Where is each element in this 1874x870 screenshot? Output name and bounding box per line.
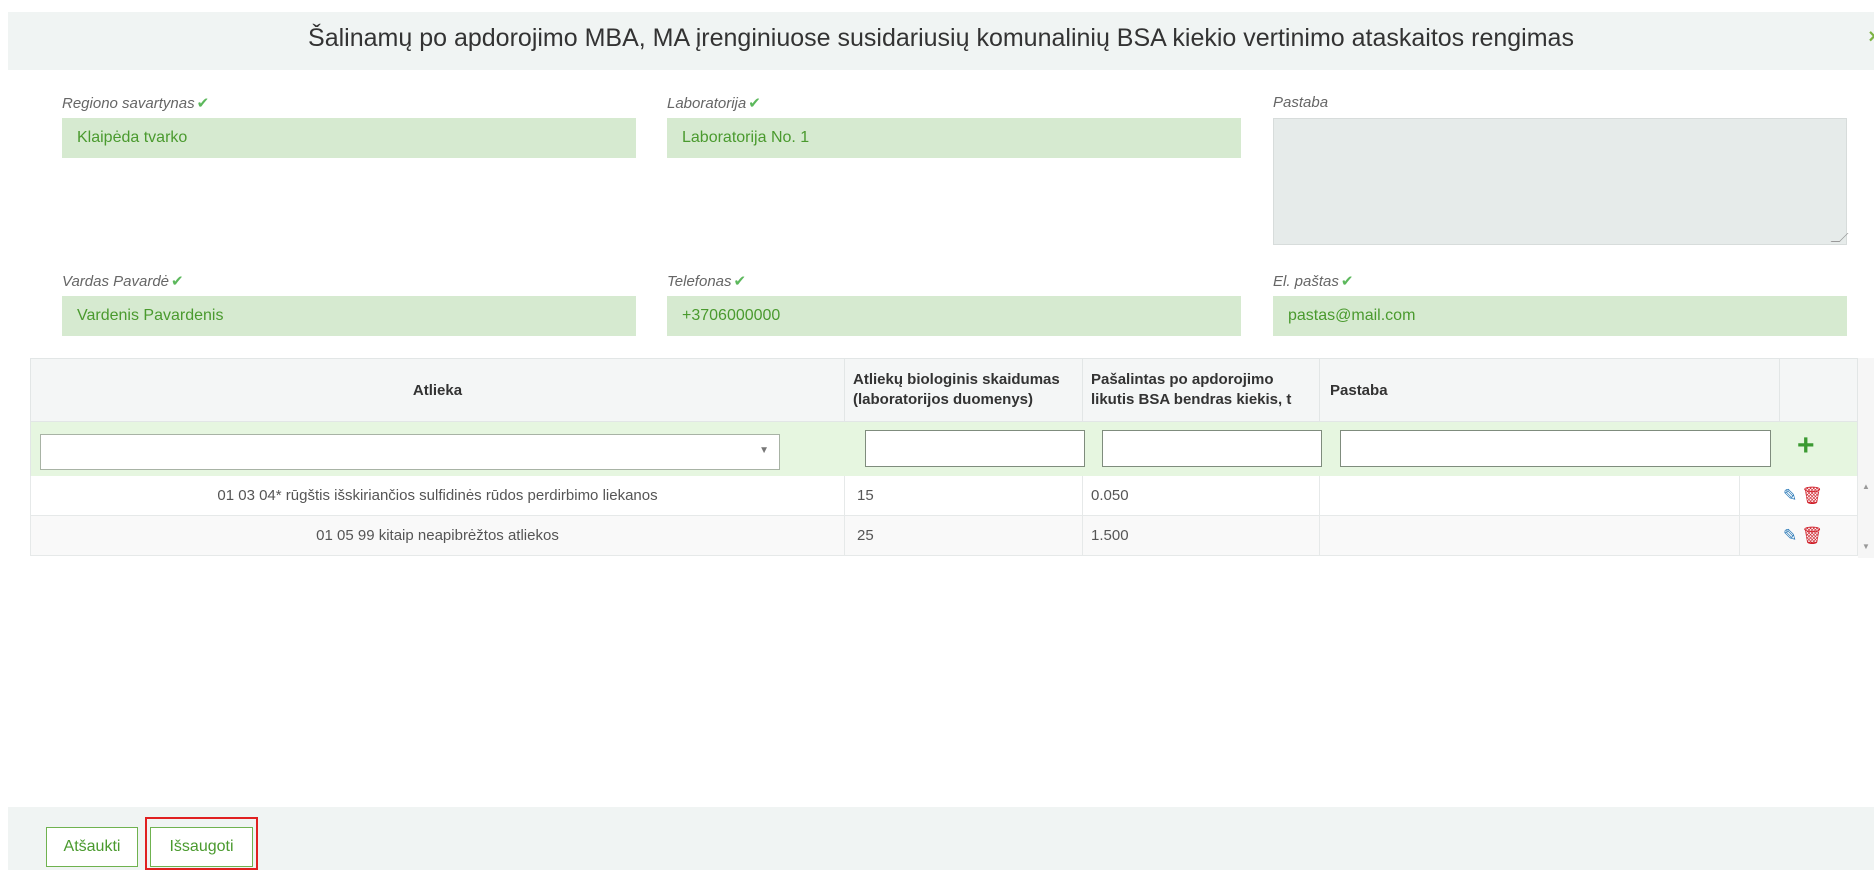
check-icon: ✔	[196, 95, 210, 112]
trash-icon[interactable]: 🗑	[1801, 526, 1823, 545]
dialog-header: Šalinamų po apdorojimo MBA, MA įrenginiu…	[8, 12, 1874, 70]
region-label: Regiono savartynas ✔	[62, 95, 210, 112]
check-icon: ✔	[1340, 273, 1354, 290]
check-icon: ✔	[733, 273, 747, 290]
note-textarea[interactable]	[1273, 118, 1849, 245]
cell-removed: 0.050	[1083, 476, 1320, 516]
email-field[interactable]: pastas@mail.com	[1273, 296, 1847, 336]
email-label: El. paštas ✔	[1273, 273, 1354, 290]
note-label: Pastaba	[1273, 94, 1329, 111]
save-highlight-box	[145, 817, 258, 870]
trash-icon[interactable]: 🗑	[1801, 486, 1823, 505]
removed-input[interactable]	[1102, 430, 1322, 467]
edit-icon[interactable]: ✎	[1783, 486, 1797, 505]
bio-input[interactable]	[865, 430, 1085, 467]
cell-bio: 15	[845, 476, 1083, 516]
close-icon[interactable]: ×	[1868, 26, 1874, 49]
add-row-icon[interactable]: +	[1797, 429, 1815, 463]
scroll-up-icon[interactable]: ▲	[1862, 482, 1870, 491]
cell-note	[1320, 476, 1740, 516]
note-input[interactable]	[1340, 430, 1771, 467]
cell-note	[1320, 516, 1740, 556]
header-waste: Atlieka	[31, 359, 845, 421]
lab-label: Laboratorija ✔	[667, 95, 761, 112]
row-actions: ✎ 🗑	[1783, 486, 1823, 506]
dialog-footer: Atšaukti Išsaugoti	[8, 807, 1874, 870]
header-bio: Atliekų biologinis skaidumas (laboratori…	[845, 359, 1083, 421]
header-note: Pastaba	[1320, 359, 1780, 421]
table-scrollbar[interactable]: ▲ ▼	[1858, 358, 1874, 558]
chevron-down-icon: ▼	[759, 445, 769, 456]
name-label: Vardas Pavardė ✔	[62, 273, 184, 290]
table-row: 01 05 99 kitaip neapibrėžtos atliekos 25…	[30, 516, 1858, 556]
cell-bio: 25	[845, 516, 1083, 556]
cancel-button[interactable]: Atšaukti	[46, 827, 138, 867]
resize-grip-icon[interactable]	[1830, 233, 1849, 242]
check-icon: ✔	[171, 273, 184, 290]
cell-removed: 1.500	[1083, 516, 1320, 556]
dialog-title: Šalinamų po apdorojimo MBA, MA įrenginiu…	[308, 24, 1574, 52]
waste-select[interactable]: ▼	[40, 434, 780, 470]
scroll-down-icon[interactable]: ▼	[1862, 542, 1870, 551]
check-icon: ✔	[748, 95, 761, 112]
phone-label: Telefonas ✔	[667, 273, 747, 290]
cell-waste: 01 03 04* rūgštis išskiriančios sulfidin…	[31, 476, 845, 516]
edit-icon[interactable]: ✎	[1783, 526, 1797, 545]
header-removed: Pašalintas po apdorojimo likutis BSA ben…	[1083, 359, 1320, 421]
name-field[interactable]: Vardenis Pavardenis	[62, 296, 636, 336]
phone-field[interactable]: +3706000000	[667, 296, 1241, 336]
table-header: Atlieka Atliekų biologinis skaidumas (la…	[30, 358, 1858, 422]
row-actions: ✎ 🗑	[1783, 526, 1823, 546]
cell-waste: 01 05 99 kitaip neapibrėžtos atliekos	[31, 516, 845, 556]
lab-field[interactable]: Laboratorija No. 1	[667, 118, 1241, 158]
new-entry-row: ▼ +	[30, 422, 1858, 476]
region-field[interactable]: Klaipėda tvarko	[62, 118, 636, 158]
table-row: 01 03 04* rūgštis išskiriančios sulfidin…	[30, 476, 1858, 516]
